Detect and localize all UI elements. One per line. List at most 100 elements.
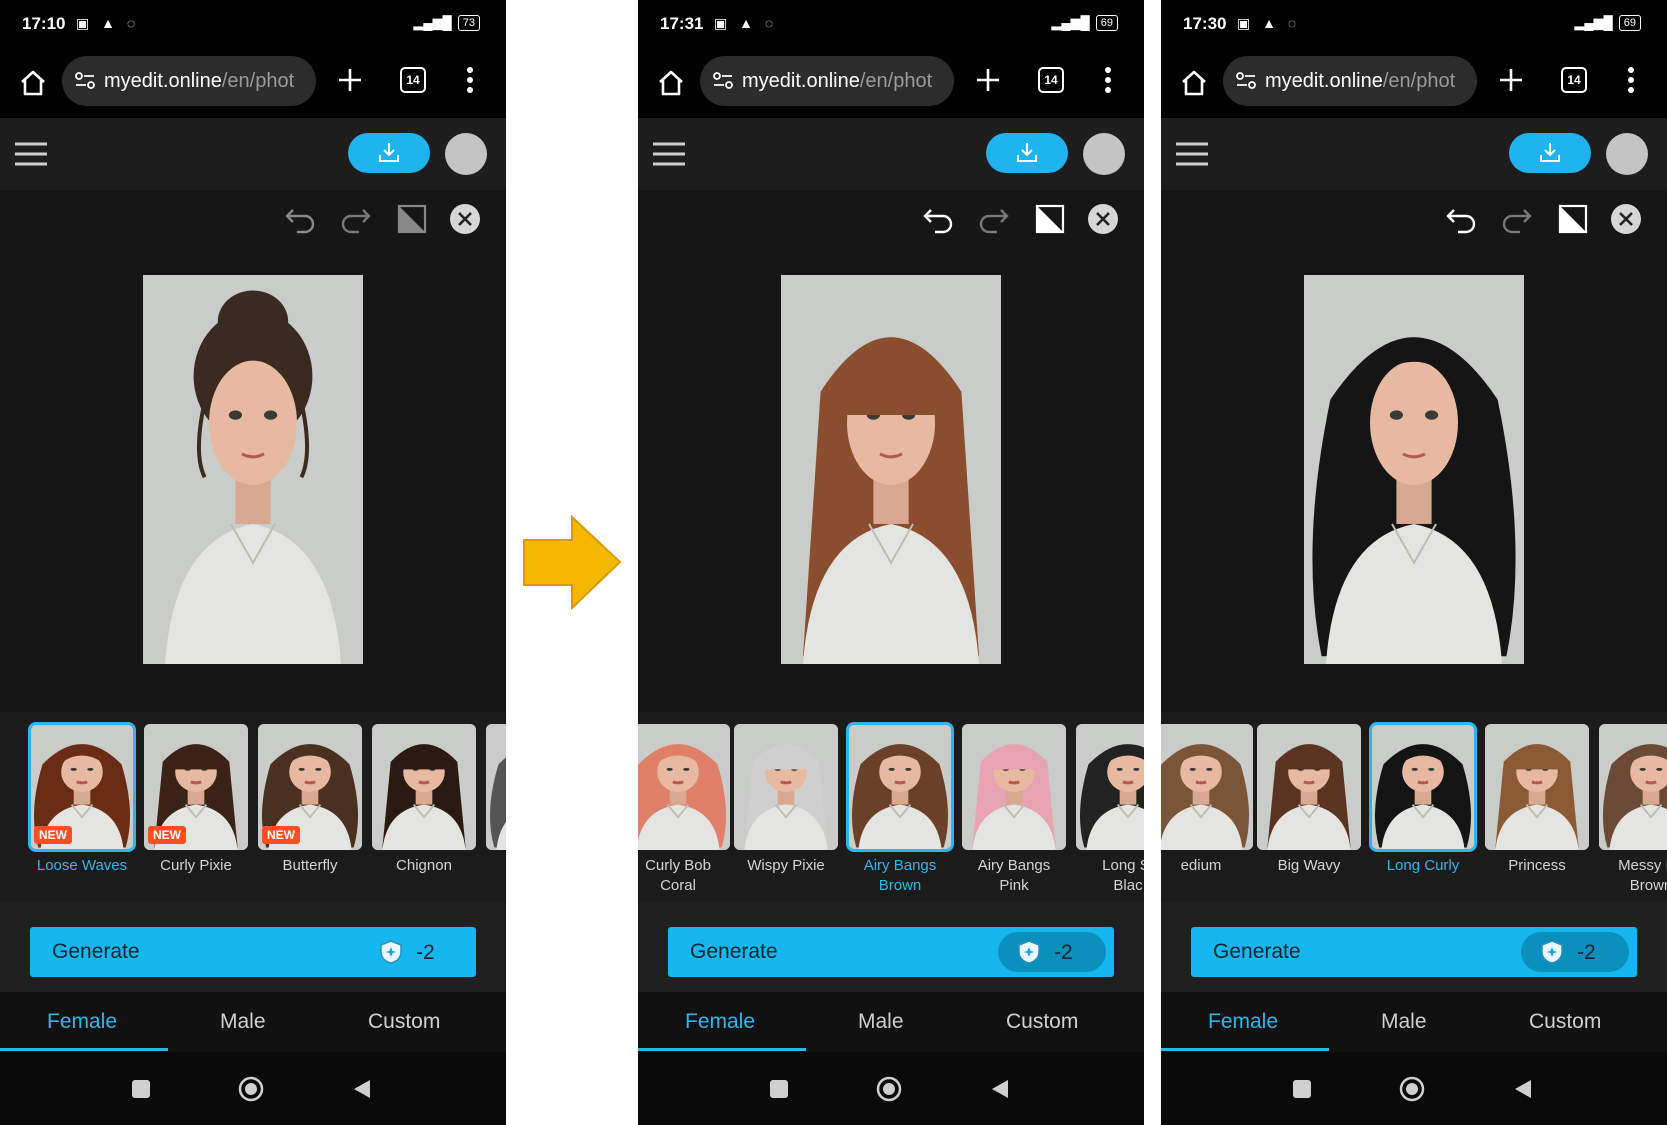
tab-male[interactable]: Male — [1381, 1010, 1427, 1034]
home-icon[interactable] — [1179, 68, 1209, 98]
hairstyle-thumbnail[interactable] — [1599, 724, 1667, 850]
hairstyle-item[interactable]: Curly Bob Coral — [638, 724, 730, 896]
address-bar[interactable]: myedit.online/en/phot — [1223, 56, 1477, 106]
redo-icon[interactable] — [1500, 202, 1534, 236]
download-icon — [1017, 143, 1037, 162]
hairstyle-carousel[interactable]: edium Big Wavy Long Curly Princess Messy… — [1161, 712, 1667, 902]
undo-icon[interactable] — [921, 202, 955, 236]
phone-screen: 17:31 ▣ ▲ ◌ ▂▄▆█ 69 myedit.online/en/pho… — [638, 0, 1144, 1125]
hamburger-menu-icon[interactable] — [1174, 140, 1210, 168]
new-tab-icon[interactable] — [336, 66, 364, 94]
undo-icon[interactable] — [283, 202, 317, 236]
site-settings-icon[interactable] — [1235, 70, 1257, 92]
hairstyle-carousel[interactable]: Curly Bob Coral Wispy Pixie Airy Bangs Bro… — [638, 712, 1144, 902]
site-settings-icon[interactable] — [712, 70, 734, 92]
portrait-image — [962, 724, 1066, 850]
close-icon[interactable] — [448, 202, 482, 236]
download-button[interactable] — [986, 133, 1068, 173]
home-icon[interactable] — [656, 68, 686, 98]
recents-icon[interactable] — [132, 1080, 150, 1098]
app-header — [638, 118, 1144, 190]
back-nav-icon[interactable] — [352, 1078, 372, 1100]
hairstyle-thumbnail[interactable] — [1161, 724, 1253, 850]
editor-toolbar — [1161, 190, 1667, 250]
user-avatar[interactable] — [445, 133, 487, 175]
hairstyle-thumbnail[interactable]: NEW — [258, 724, 362, 850]
new-tab-icon[interactable] — [974, 66, 1002, 94]
generate-button[interactable]: Generate -2 — [668, 927, 1114, 977]
hairstyle-thumbnail[interactable] — [846, 722, 954, 852]
home-nav-icon[interactable] — [876, 1076, 902, 1102]
hairstyle-thumbnail[interactable]: NEW — [144, 724, 248, 850]
hairstyle-item[interactable]: Long Curly — [1369, 722, 1477, 876]
home-icon[interactable] — [18, 68, 48, 98]
system-indicators: ▂▄▆█ 73 — [413, 15, 480, 31]
tab-switcher-button[interactable]: 14 — [1038, 67, 1064, 93]
user-avatar[interactable] — [1606, 133, 1648, 175]
home-nav-icon[interactable] — [238, 1076, 264, 1102]
tab-male[interactable]: Male — [220, 1010, 266, 1034]
compare-icon[interactable] — [395, 202, 429, 236]
tab-switcher-button[interactable]: 14 — [400, 67, 426, 93]
hairstyle-item[interactable]: Long StBlac — [1076, 724, 1144, 896]
hairstyle-item[interactable]: Big Wavy — [1257, 724, 1361, 876]
generate-button[interactable]: Generate -2 — [30, 927, 476, 977]
hairstyle-item[interactable]: NEW Butterfly — [258, 724, 362, 876]
hairstyle-thumbnail[interactable] — [1369, 722, 1477, 852]
compare-icon[interactable] — [1556, 202, 1590, 236]
new-tab-icon[interactable] — [1497, 66, 1525, 94]
user-avatar[interactable] — [1083, 133, 1125, 175]
hairstyle-thumbnail[interactable] — [1076, 724, 1144, 850]
generate-button[interactable]: Generate -2 — [1191, 927, 1637, 977]
back-nav-icon[interactable] — [1513, 1078, 1533, 1100]
hairstyle-thumbnail[interactable] — [1257, 724, 1361, 850]
hairstyle-thumbnail[interactable] — [1485, 724, 1589, 850]
download-button[interactable] — [348, 133, 430, 173]
site-settings-icon[interactable] — [74, 70, 96, 92]
hairstyle-thumbnail[interactable] — [638, 724, 730, 850]
tab-custom[interactable]: Custom — [1529, 1010, 1601, 1034]
tab-switcher-button[interactable]: 14 — [1561, 67, 1587, 93]
hairstyle-thumbnail[interactable] — [962, 724, 1066, 850]
hairstyle-item[interactable]: Airy Bangs Pink — [962, 724, 1066, 896]
close-icon[interactable] — [1609, 202, 1643, 236]
tab-male[interactable]: Male — [858, 1010, 904, 1034]
tab-custom[interactable]: Custom — [368, 1010, 440, 1034]
address-bar[interactable]: myedit.online/en/phot — [700, 56, 954, 106]
hairstyle-item[interactable]: edium — [1161, 724, 1253, 876]
redo-icon[interactable] — [339, 202, 373, 236]
tab-female[interactable]: Female — [685, 1010, 755, 1034]
hairstyle-thumbnail[interactable]: NEW — [28, 722, 136, 852]
hairstyle-thumbnail[interactable] — [372, 724, 476, 850]
compare-icon[interactable] — [1033, 202, 1067, 236]
more-menu-icon[interactable] — [1104, 66, 1112, 94]
tab-custom[interactable]: Custom — [1006, 1010, 1078, 1034]
home-nav-icon[interactable] — [1399, 1076, 1425, 1102]
hairstyle-thumbnail[interactable] — [734, 724, 838, 850]
back-nav-icon[interactable] — [990, 1078, 1010, 1100]
hairstyle-item[interactable]: Messy BuBrown — [1599, 724, 1667, 896]
hairstyle-item[interactable]: Wispy Pixie — [734, 724, 838, 876]
tab-female[interactable]: Female — [1208, 1010, 1278, 1034]
address-bar[interactable]: myedit.online/en/phot — [62, 56, 316, 106]
recents-icon[interactable] — [1293, 1080, 1311, 1098]
more-menu-icon[interactable] — [1627, 66, 1635, 94]
portrait-image — [372, 724, 476, 850]
redo-icon[interactable] — [977, 202, 1011, 236]
hairstyle-carousel[interactable]: NEW Loose Waves NEW Curly Pixie NEW Butterf… — [0, 712, 506, 902]
hairstyle-item[interactable]: NEW Curly Pixie — [144, 724, 248, 876]
hairstyle-item[interactable]: Chignon — [372, 724, 476, 876]
close-icon[interactable] — [1086, 202, 1120, 236]
hamburger-menu-icon[interactable] — [651, 140, 687, 168]
tab-female[interactable]: Female — [47, 1010, 117, 1034]
more-menu-icon[interactable] — [466, 66, 474, 94]
hamburger-menu-icon[interactable] — [13, 140, 49, 168]
hairstyle-item[interactable]: Airy Bangs Brown — [846, 722, 954, 896]
hairstyle-item[interactable]: G — [486, 724, 506, 876]
hairstyle-thumbnail[interactable] — [486, 724, 506, 850]
recents-icon[interactable] — [770, 1080, 788, 1098]
download-button[interactable] — [1509, 133, 1591, 173]
hairstyle-item[interactable]: Princess — [1485, 724, 1589, 876]
undo-icon[interactable] — [1444, 202, 1478, 236]
hairstyle-item[interactable]: NEW Loose Waves — [28, 722, 136, 876]
